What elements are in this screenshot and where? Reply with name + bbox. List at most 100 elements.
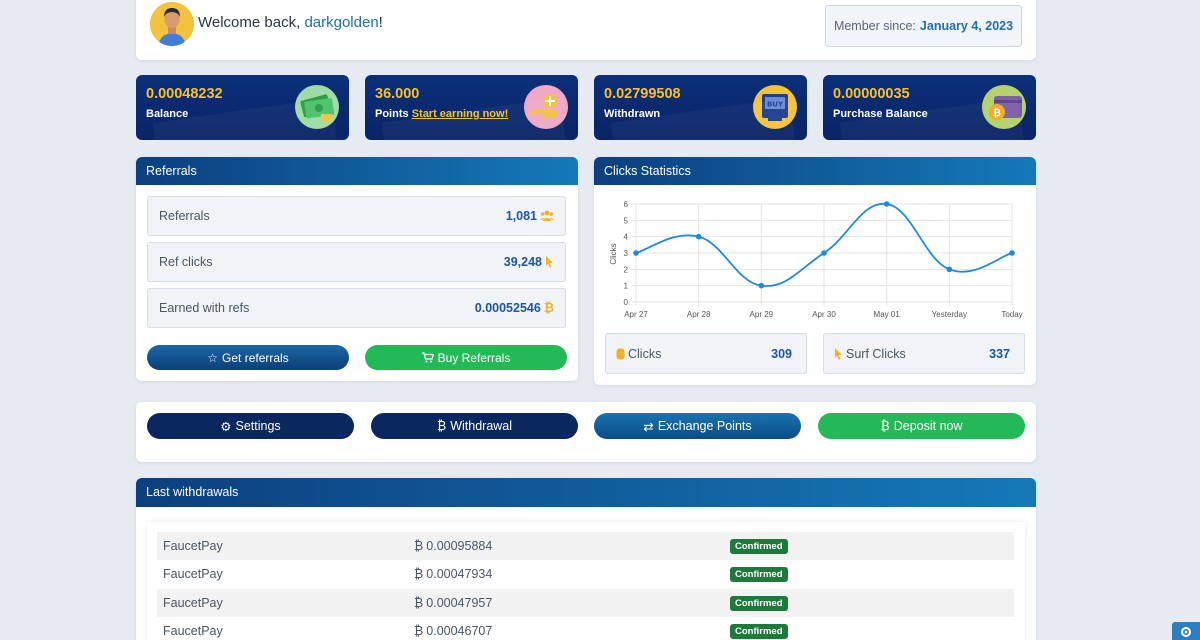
stat-label: Purchase Balance <box>833 108 928 120</box>
table-row: FaucetPay ₿ 0.00047957 Confirmed <box>157 589 1014 617</box>
clicks-label: Clicks <box>628 347 662 361</box>
referrals-card: Referrals Referrals 1,081 Ref clicks 39,… <box>136 157 578 381</box>
buy-referrals-label: Buy Referrals <box>437 350 511 365</box>
table-row: FaucetPay ₿ 0.00095884 Confirmed <box>157 532 1014 560</box>
exchange-points-button[interactable]: ⇄ Exchange Points <box>594 413 801 439</box>
stat-card-withdrawn: 0.02799508 Withdrawn BUY <box>594 75 807 140</box>
users-icon <box>540 210 554 221</box>
y-tick-label: 6 <box>624 200 629 209</box>
last-withdrawals-card: Last withdrawals FaucetPay ₿ 0.00095884 C… <box>136 478 1036 640</box>
row-label: Earned with refs <box>159 301 250 315</box>
gear-icon: ⚙ <box>220 419 232 434</box>
bitcoin-icon: ₿ <box>543 301 554 315</box>
exchange-label: Exchange Points <box>657 419 752 433</box>
x-tick-label: Yesterday <box>932 310 967 319</box>
clicks-statistics-title: Clicks Statistics <box>594 157 1036 185</box>
bitcoin-icon: ₿ <box>414 596 424 610</box>
stat-card-balance: 0.00048232 Balance <box>136 75 349 140</box>
referrals-count: 1,081 <box>505 209 537 223</box>
x-tick-label: Apr 28 <box>687 310 711 319</box>
y-tick-label: 5 <box>624 216 629 225</box>
welcome-message: Welcome back, darkgolden! <box>198 14 383 31</box>
cursor-icon <box>835 348 842 360</box>
cart-icon <box>421 352 434 363</box>
start-earning-link[interactable]: Start earning now! <box>412 108 509 120</box>
settings-button[interactable]: ⚙ Settings <box>147 413 354 439</box>
referrals-title: Referrals <box>136 157 578 185</box>
clicks-box: Clicks 309 <box>605 333 807 374</box>
y-tick-label: 3 <box>624 249 629 258</box>
bitcoin-icon: ₿ <box>880 419 890 433</box>
surf-clicks-box: Surf Clicks 337 <box>823 333 1025 374</box>
status-badge: Confirmed <box>730 567 788 582</box>
withdrawal-method: FaucetPay <box>163 596 223 610</box>
member-since-box: Member since: January 4, 2023 <box>825 5 1022 47</box>
actions-card: ⚙ Settings ₿ Withdrawal ⇄ Exchange Points ₿… <box>136 402 1036 462</box>
row-value: 39,248 <box>504 255 554 269</box>
data-point <box>633 250 639 256</box>
withdrawal-amount: 0.00047957 <box>426 596 493 610</box>
status-badge: Confirmed <box>730 624 788 639</box>
bitcoin-icon: ₿ <box>436 419 447 433</box>
y-tick-label: 2 <box>624 265 629 274</box>
x-tick-label: May 01 <box>874 310 901 319</box>
stat-label: Points Start earning now! <box>375 108 508 120</box>
row-label: Ref clicks <box>159 255 213 269</box>
status-badge: Confirmed <box>730 596 788 611</box>
withdrawal-amount-cell: ₿ 0.00046707 <box>414 624 492 638</box>
points-label: Points <box>375 108 409 120</box>
clicks-value: 309 <box>771 347 792 361</box>
x-tick-label: Apr 27 <box>624 310 648 319</box>
withdrawal-amount-cell: ₿ 0.00047957 <box>414 596 492 610</box>
data-point <box>883 201 890 207</box>
withdrawal-method: FaucetPay <box>163 539 223 553</box>
status-badge: Confirmed <box>730 539 788 554</box>
stat-label: Balance <box>146 108 189 120</box>
withdrawal-amount: 0.00046707 <box>426 624 493 638</box>
exchange-icon: ⇄ <box>643 419 654 434</box>
welcome-suffix: ! <box>378 14 383 31</box>
data-point <box>758 282 765 289</box>
buy-referrals-button[interactable]: Buy Referrals <box>365 345 567 370</box>
username[interactable]: darkgolden <box>304 14 378 31</box>
withdrawal-amount-cell: ₿ 0.00047934 <box>414 567 492 581</box>
bitcoin-icon: ₿ <box>414 624 424 638</box>
withdrawal-button[interactable]: ₿ Withdrawal <box>371 413 578 439</box>
deposit-now-button[interactable]: ₿ Deposit now <box>818 413 1025 439</box>
y-tick-label: 4 <box>624 233 629 242</box>
data-point <box>821 250 827 256</box>
referrals-row: Referrals 1,081 <box>147 196 566 236</box>
y-tick-label: 0 <box>624 298 629 307</box>
clicks-label-group: Clicks <box>616 347 661 361</box>
withdrawal-amount-cell: ₿ 0.00095884 <box>414 539 492 553</box>
last-withdrawals-title: Last withdrawals <box>136 478 1036 507</box>
withdrawal-amount: 0.00095884 <box>426 539 493 553</box>
data-point <box>695 233 702 240</box>
gear-icon <box>1181 627 1191 637</box>
withdrawal-method: FaucetPay <box>163 567 223 581</box>
earned-refs-row: Earned with refs 0.00052546 ₿ <box>147 288 566 328</box>
x-tick-label: Today <box>1001 310 1022 319</box>
ref-clicks-count: 39,248 <box>503 255 542 269</box>
svg-text:₿: ₿ <box>993 107 1001 119</box>
withdrawal-label: Withdrawal <box>450 419 513 433</box>
row-value: 1,081 <box>506 209 554 223</box>
wallet-coin-icon: ₿ <box>982 85 1026 129</box>
clicks-statistics-card: Clicks Statistics Clicks 0 1 2 3 4 5 6 Apr 27 Ap… <box>594 157 1036 385</box>
row-label: Referrals <box>159 209 210 223</box>
money-icon <box>295 85 339 129</box>
clicks-chart: Clicks 0 1 2 3 4 5 6 Apr 27 Apr 28 Apr 29 Apr 30 Ma… <box>609 200 1023 319</box>
svg-text:BUY: BUY <box>767 101 784 109</box>
settings-corner-button[interactable] <box>1172 622 1200 640</box>
table-row: FaucetPay ₿ 0.00047934 Confirmed <box>157 560 1014 588</box>
y-tick-label: 1 <box>624 282 629 291</box>
deposit-label: Deposit now <box>893 419 963 433</box>
earned-refs-amount: 0.00052546 <box>474 301 541 315</box>
get-referrals-button[interactable]: ☆ Get referrals <box>147 345 349 370</box>
stat-card-purchase-balance: 0.00000035 Purchase Balance ₿ <box>823 75 1036 140</box>
data-point <box>1009 250 1015 256</box>
welcome-prefix: Welcome back, <box>198 14 305 31</box>
x-tick-label: Apr 30 <box>812 310 836 319</box>
stat-value: 0.02799508 <box>604 86 681 102</box>
stat-label: Withdrawn <box>604 108 661 120</box>
